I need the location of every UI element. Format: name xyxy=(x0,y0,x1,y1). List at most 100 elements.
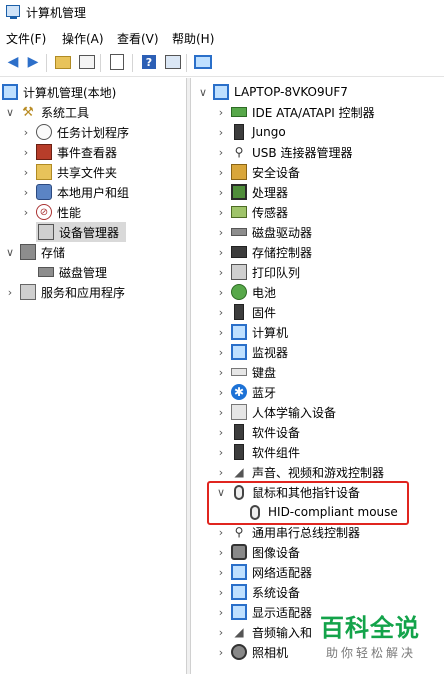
chevron-right-icon[interactable]: › xyxy=(215,106,227,119)
device-category-hid[interactable]: › 人体学输入设备 xyxy=(215,402,336,422)
device-category-software-component[interactable]: › 软件组件 xyxy=(215,442,300,462)
menu-action[interactable]: 操作(A) xyxy=(62,30,104,47)
chevron-right-icon[interactable]: › xyxy=(215,586,227,599)
keyboard-icon xyxy=(231,368,247,376)
usb-icon: ⚲ xyxy=(234,145,244,159)
device-category-bluetooth[interactable]: › ✱ 蓝牙 xyxy=(215,382,276,402)
chevron-right-icon[interactable]: › xyxy=(215,346,227,359)
device-category-monitor[interactable]: › 监视器 xyxy=(215,342,288,362)
tree-item-task-scheduler[interactable]: › 任务计划程序 xyxy=(20,122,129,142)
device-category-software-device[interactable]: › 软件设备 xyxy=(215,422,300,442)
device-tree-root[interactable]: ∨ LAPTOP-8VKO9UF7 xyxy=(197,82,348,102)
console-icon[interactable] xyxy=(164,53,182,71)
computer-icon xyxy=(213,84,229,100)
chevron-right-icon[interactable]: › xyxy=(215,126,227,139)
computer-management-icon xyxy=(2,84,18,100)
device-category-audio-input[interactable]: › ◢ 音频输入和 xyxy=(215,622,312,642)
properties-icon[interactable] xyxy=(108,53,126,71)
device-category-network[interactable]: › 网络适配器 xyxy=(215,562,312,582)
device-category-sound[interactable]: › ◢ 声音、视频和游戏控制器 xyxy=(215,462,384,482)
chevron-right-icon[interactable]: › xyxy=(215,466,227,479)
up-folder-icon[interactable] xyxy=(54,53,72,71)
chevron-down-icon[interactable]: ∨ xyxy=(4,106,16,119)
chevron-right-icon[interactable]: › xyxy=(215,266,227,279)
tree-item-services[interactable]: › 服务和应用程序 xyxy=(4,282,125,302)
chevron-right-icon[interactable]: › xyxy=(215,146,227,159)
menu-view[interactable]: 查看(V) xyxy=(117,30,159,47)
toolbar-separator xyxy=(100,54,101,72)
device-category-display[interactable]: › 显示适配器 xyxy=(215,602,312,622)
chevron-right-icon[interactable]: › xyxy=(215,246,227,259)
tree-item-device-manager[interactable]: 设备管理器 xyxy=(36,222,126,242)
left-tree-pane[interactable]: 计算机管理(本地) ∨ ⚒ 系统工具 › 任务计划程序 › 事件查看器 › 共享… xyxy=(0,78,187,674)
speaker-icon: ◢ xyxy=(234,625,244,639)
show-tree-icon[interactable] xyxy=(78,53,96,71)
chevron-right-icon[interactable]: › xyxy=(215,166,227,179)
chevron-right-icon[interactable]: › xyxy=(215,306,227,319)
forward-arrow-icon[interactable]: ▶ xyxy=(24,53,42,71)
tree-item-system-tools[interactable]: ∨ ⚒ 系统工具 xyxy=(4,102,89,122)
device-category-ide[interactable]: › IDE ATA/ATAPI 控制器 xyxy=(215,102,375,122)
device-category-processor[interactable]: › 处理器 xyxy=(215,182,288,202)
chevron-right-icon[interactable]: › xyxy=(215,326,227,339)
chevron-right-icon[interactable]: › xyxy=(215,546,227,559)
chevron-right-icon[interactable]: › xyxy=(215,446,227,459)
chevron-right-icon[interactable]: › xyxy=(20,126,32,139)
device-category-security[interactable]: › 安全设备 xyxy=(215,162,300,182)
tree-item-performance[interactable]: › ⊘ 性能 xyxy=(20,202,81,222)
chevron-right-icon[interactable]: › xyxy=(215,206,227,219)
device-category-firmware[interactable]: › 固件 xyxy=(215,302,276,322)
monitor-icon[interactable] xyxy=(194,53,212,71)
device-category-jungo[interactable]: › Jungo xyxy=(215,122,286,142)
chevron-right-icon[interactable]: › xyxy=(4,286,16,299)
tree-item-local-users[interactable]: › 本地用户和组 xyxy=(20,182,129,202)
back-arrow-icon[interactable]: ◀ xyxy=(4,53,22,71)
chevron-right-icon[interactable]: › xyxy=(215,606,227,619)
device-category-keyboard[interactable]: › 键盘 xyxy=(215,362,276,382)
chevron-right-icon[interactable]: › xyxy=(215,566,227,579)
device-category-disk-drive[interactable]: › 磁盘驱动器 xyxy=(215,222,312,242)
monitor-icon xyxy=(231,344,247,360)
chevron-right-icon[interactable]: › xyxy=(215,366,227,379)
device-category-camera[interactable]: › 照相机 xyxy=(215,642,288,662)
device-category-imaging[interactable]: › 图像设备 xyxy=(215,542,300,562)
title-bar: 计算机管理 xyxy=(0,0,444,24)
menu-file[interactable]: 文件(F) xyxy=(6,30,46,47)
security-device-icon xyxy=(231,164,247,180)
chevron-right-icon[interactable]: › xyxy=(215,286,227,299)
chevron-right-icon[interactable]: › xyxy=(215,406,227,419)
help-icon[interactable]: ? xyxy=(140,53,158,71)
device-category-print-queue[interactable]: › 打印队列 xyxy=(215,262,300,282)
tree-root[interactable]: 计算机管理(本地) xyxy=(2,82,116,102)
chevron-right-icon[interactable]: › xyxy=(215,526,227,539)
tree-item-storage[interactable]: ∨ 存储 xyxy=(4,242,65,262)
chevron-down-icon[interactable]: ∨ xyxy=(197,86,209,99)
device-tree-pane[interactable]: ∨ LAPTOP-8VKO9UF7 › IDE ATA/ATAPI 控制器 › … xyxy=(190,78,444,674)
chevron-right-icon[interactable]: › xyxy=(215,646,227,659)
chevron-right-icon[interactable]: › xyxy=(215,226,227,239)
chevron-right-icon[interactable]: › xyxy=(20,146,32,159)
chevron-right-icon[interactable]: › xyxy=(215,426,227,439)
device-category-computer[interactable]: › 计算机 xyxy=(215,322,288,342)
services-icon xyxy=(20,284,36,300)
chevron-right-icon[interactable]: › xyxy=(215,186,227,199)
chevron-right-icon[interactable]: › xyxy=(20,166,32,179)
clock-icon xyxy=(36,124,52,140)
chevron-down-icon[interactable]: ∨ xyxy=(4,246,16,259)
device-category-usb-connector[interactable]: › ⚲ USB 连接器管理器 xyxy=(215,142,353,162)
usb-icon: ⚲ xyxy=(234,525,244,539)
device-category-storage-controller[interactable]: › 存储控制器 xyxy=(215,242,312,262)
chevron-right-icon[interactable]: › xyxy=(215,386,227,399)
device-category-usb-controller[interactable]: › ⚲ 通用串行总线控制器 xyxy=(215,522,360,542)
tree-item-shared-folders[interactable]: › 共享文件夹 xyxy=(20,162,117,182)
device-category-system[interactable]: › 系统设备 xyxy=(215,582,300,602)
chevron-right-icon[interactable]: › xyxy=(20,206,32,219)
device-category-sensor[interactable]: › 传感器 xyxy=(215,202,288,222)
chevron-right-icon[interactable]: › xyxy=(20,186,32,199)
tree-item-event-viewer[interactable]: › 事件查看器 xyxy=(20,142,117,162)
tree-item-disk-management[interactable]: 磁盘管理 xyxy=(36,262,107,282)
toolbar-separator xyxy=(132,54,133,72)
chevron-right-icon[interactable]: › xyxy=(215,626,227,639)
device-category-battery[interactable]: › 电池 xyxy=(215,282,276,302)
menu-help[interactable]: 帮助(H) xyxy=(172,30,214,47)
